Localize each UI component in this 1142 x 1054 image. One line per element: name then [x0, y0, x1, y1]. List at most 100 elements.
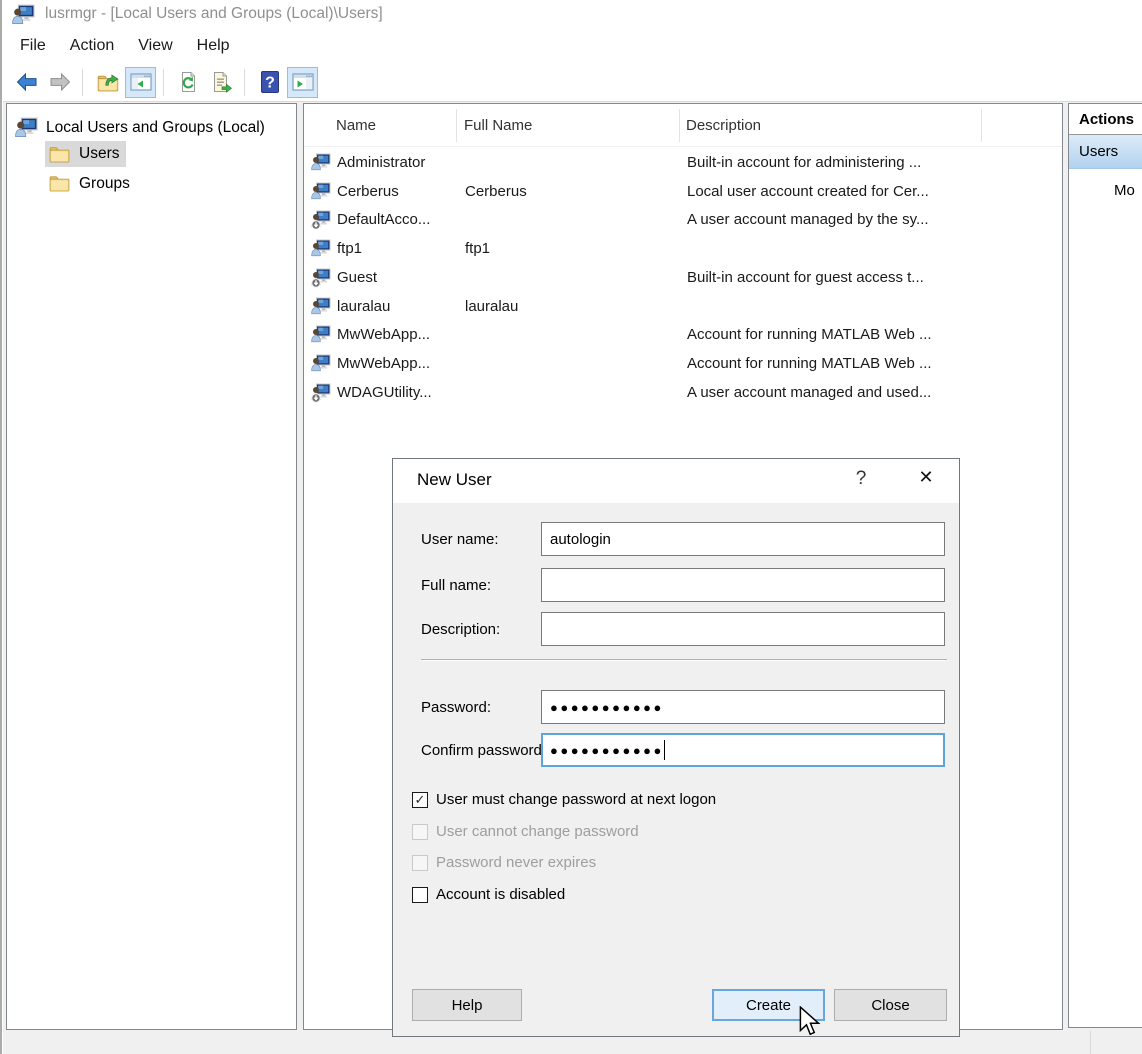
- menu-action[interactable]: Action: [70, 37, 114, 55]
- menu-view[interactable]: View: [138, 37, 172, 55]
- user-icon: [311, 325, 331, 345]
- toolbar-separator: [244, 69, 245, 96]
- close-icon[interactable]: ✕: [909, 467, 943, 488]
- toolbar: ?: [3, 63, 1142, 102]
- statusbar-divider: [1090, 1031, 1091, 1054]
- table-row-guest[interactable]: Guest Built-in account for guest access …: [305, 265, 1061, 293]
- user-icon: [311, 153, 331, 173]
- checkbox-user-must-change-password[interactable]: ✓ User must change password at next logo…: [412, 791, 716, 808]
- checkbox-unchecked-icon: [412, 855, 428, 871]
- full-name-field[interactable]: [541, 568, 945, 602]
- cell-name: WDAGUtility...: [337, 384, 432, 401]
- table-row-lauralau[interactable]: lauralau lauralau: [305, 294, 1061, 322]
- cell-name: MwWebApp...: [337, 326, 430, 343]
- window-left-border: [0, 0, 2, 1054]
- column-separator[interactable]: [456, 109, 457, 142]
- cell-description: A user account managed and used...: [687, 384, 931, 401]
- cell-name: ftp1: [337, 240, 362, 257]
- toolbar-separator: [82, 69, 83, 96]
- help-icon[interactable]: ?: [254, 67, 285, 98]
- cell-description: Account for running MATLAB Web ...: [687, 355, 932, 372]
- password-label: Password:: [421, 699, 491, 716]
- table-row-defaultaccount[interactable]: DefaultAcco... A user account managed by…: [305, 207, 1061, 235]
- cell-description: Local user account created for Cer...: [687, 183, 929, 200]
- checkbox-unchecked-icon: [412, 887, 428, 903]
- user-icon: [311, 354, 331, 374]
- cell-full-name: ftp1: [465, 240, 490, 257]
- user-name-field[interactable]: autologin: [541, 522, 945, 556]
- table-row-cerberus[interactable]: Cerberus Cerberus Local user account cre…: [305, 179, 1061, 207]
- checkbox-unchecked-icon: [412, 824, 428, 840]
- description-field[interactable]: [541, 612, 945, 646]
- user-icon: [311, 239, 331, 259]
- table-row-administrator[interactable]: Administrator Built-in account for admin…: [305, 150, 1061, 178]
- menu-help[interactable]: Help: [197, 37, 230, 55]
- checkbox-label: Account is disabled: [436, 886, 565, 903]
- confirm-password-label: Confirm password:: [421, 742, 546, 759]
- folder-icon: [49, 175, 70, 192]
- help-button[interactable]: Help: [412, 989, 522, 1021]
- cell-description: Account for running MATLAB Web ...: [687, 326, 932, 343]
- menu-file[interactable]: File: [20, 37, 46, 55]
- user-icon: [311, 182, 331, 202]
- dialog-title-bar: New User ? ✕: [393, 459, 959, 503]
- export-list-icon[interactable]: [206, 67, 237, 98]
- window-title: lusrmgr - [Local Users and Groups (Local…: [45, 5, 383, 23]
- cell-name: lauralau: [337, 298, 390, 315]
- checkbox-label: User cannot change password: [436, 823, 639, 840]
- checkbox-account-is-disabled[interactable]: Account is disabled: [412, 886, 565, 903]
- tree-item-users[interactable]: Users: [45, 141, 126, 167]
- folder-icon: [49, 146, 70, 163]
- dialog-help-icon[interactable]: ?: [846, 468, 876, 490]
- text-caret: [664, 740, 665, 760]
- actions-item-users[interactable]: Users: [1069, 135, 1142, 169]
- cell-description: A user account managed by the sy...: [687, 211, 929, 228]
- table-row-wdagutility[interactable]: WDAGUtility... A user account managed an…: [305, 380, 1061, 408]
- column-header-full-name[interactable]: Full Name: [464, 117, 532, 134]
- checkbox-password-never-expires: Password never expires: [412, 854, 596, 871]
- user-icon: [311, 297, 331, 317]
- show-action-pane-icon[interactable]: [287, 67, 318, 98]
- refresh-icon[interactable]: [173, 67, 204, 98]
- column-header-name[interactable]: Name: [336, 117, 376, 134]
- user-name-value: autologin: [550, 531, 611, 548]
- column-separator[interactable]: [679, 109, 680, 142]
- table-row-mwwebapp-1[interactable]: MwWebApp... Account for running MATLAB W…: [305, 322, 1061, 350]
- svg-text:?: ?: [265, 75, 275, 92]
- up-one-level-icon[interactable]: [92, 67, 123, 98]
- confirm-password-field[interactable]: ●●●●●●●●●●●: [541, 733, 945, 767]
- new-user-dialog: New User ? ✕ User name: autologin Full n…: [392, 458, 960, 1037]
- tree-item-groups[interactable]: Groups: [45, 171, 137, 197]
- show-console-tree-icon[interactable]: [125, 67, 156, 98]
- tree-root-label: Local Users and Groups (Local): [46, 119, 265, 137]
- dialog-title: New User: [417, 470, 492, 490]
- checkbox-user-cannot-change-password: User cannot change password: [412, 823, 639, 840]
- actions-more-actions[interactable]: Mo: [1069, 182, 1142, 199]
- checkbox-label: Password never expires: [436, 854, 596, 871]
- dialog-separator: [421, 659, 947, 661]
- cell-name: Guest: [337, 269, 377, 286]
- table-row-ftp1[interactable]: ftp1 ftp1: [305, 236, 1061, 264]
- column-header-description[interactable]: Description: [686, 117, 761, 134]
- back-icon[interactable]: [11, 67, 42, 98]
- column-separator[interactable]: [981, 109, 982, 142]
- cell-full-name: Cerberus: [465, 183, 527, 200]
- forward-icon[interactable]: [44, 67, 75, 98]
- mouse-cursor: [797, 1006, 823, 1043]
- user-disabled-icon: [311, 210, 331, 230]
- full-name-label: Full name:: [421, 577, 491, 594]
- description-label: Description:: [421, 621, 500, 638]
- user-disabled-icon: [311, 383, 331, 403]
- actions-header: Actions: [1069, 104, 1142, 135]
- password-masked-value: ●●●●●●●●●●●: [550, 700, 664, 715]
- app-icon: [11, 4, 36, 25]
- user-name-label: User name:: [421, 531, 499, 548]
- password-field[interactable]: ●●●●●●●●●●●: [541, 690, 945, 724]
- close-button[interactable]: Close: [834, 989, 947, 1021]
- cell-name: MwWebApp...: [337, 355, 430, 372]
- tree-root-local-users-and-groups[interactable]: Local Users and Groups (Local): [14, 117, 296, 138]
- user-disabled-icon: [311, 268, 331, 288]
- list-header: Name Full Name Description: [304, 104, 1062, 147]
- cell-full-name: lauralau: [465, 298, 518, 315]
- table-row-mwwebapp-2[interactable]: MwWebApp... Account for running MATLAB W…: [305, 351, 1061, 379]
